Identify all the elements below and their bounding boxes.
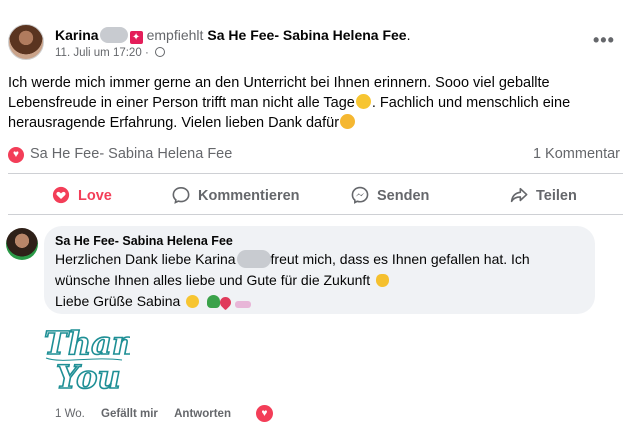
timestamp-separator: · <box>144 47 149 59</box>
raising-hands-icon <box>376 274 390 287</box>
commenter-avatar[interactable] <box>6 228 38 260</box>
comment-love-reaction-icon[interactable]: ♥ <box>256 405 273 422</box>
send-button-label: Senden <box>377 188 430 204</box>
thank-you-sticker[interactable]: Thank You <box>42 320 158 397</box>
comment-icon <box>172 186 190 204</box>
post-meta: 11. Juli um 17:20 · <box>55 47 165 59</box>
post-text-line: . Fachlich und menschlich eine <box>371 95 571 111</box>
author-name[interactable]: Karina <box>55 27 99 43</box>
grinning-face-icon <box>355 94 371 109</box>
divider <box>8 214 623 215</box>
redacted-name-blur <box>236 250 271 268</box>
love-button-label: Love <box>78 188 112 204</box>
comment-text-line: Liebe Grüße Sabina <box>55 293 181 309</box>
comment-count[interactable]: 1 Kommentar <box>533 146 620 162</box>
comment-text: Herzlichen Dank liebe Karina freut mich, … <box>55 249 585 312</box>
comment-text-line: freut mich, dass es Ihnen gefallen hat. … <box>270 251 530 267</box>
heart-icon <box>217 294 234 311</box>
post-text-line: Ich werde mich immer gerne an den Unterr… <box>8 75 550 91</box>
comment-reply-button[interactable]: Antworten <box>174 408 231 420</box>
comment-text-line: wünsche Ihnen alles liebe und Gute für d… <box>55 272 371 288</box>
redacted-name-blur <box>99 27 128 43</box>
divider <box>8 173 623 174</box>
reactor-name[interactable]: Sa He Fee- Sabina Helena Fee <box>30 146 232 162</box>
author-avatar[interactable] <box>8 24 44 60</box>
love-reaction-icon[interactable]: ♥ <box>8 147 24 163</box>
author-line: Karina ✦ empfiehlt Sa He Fee- Sabina Helena… <box>55 27 410 44</box>
comment-button[interactable]: Kommentieren <box>172 186 300 204</box>
comment-text-line: Herzlichen Dank liebe Karina <box>55 251 236 267</box>
share-button[interactable]: Teilen <box>510 186 577 204</box>
action-bar: Love Kommentieren Senden Teilen <box>0 180 631 212</box>
hugging-face-icon <box>340 114 356 129</box>
send-button[interactable]: Senden <box>351 186 429 204</box>
messenger-icon <box>351 186 369 204</box>
comment-author[interactable]: Sa He Fee- Sabina Helena Fee <box>55 234 233 248</box>
four-leaf-clover-icon <box>207 295 221 308</box>
comment-button-label: Kommentieren <box>198 188 300 204</box>
post-timestamp[interactable]: 11. Juli um 17:20 <box>55 47 142 59</box>
share-button-label: Teilen <box>536 188 577 204</box>
recommend-badge-icon: ✦ <box>129 31 143 44</box>
page-name-link[interactable]: Sa He Fee- Sabina Helena Fee <box>207 27 406 43</box>
love-button[interactable]: Love <box>52 186 112 204</box>
reactions-summary: ♥ Sa He Fee- Sabina Helena Fee 1 Komment… <box>0 140 631 168</box>
post-text: Ich werde mich immer gerne an den Unterr… <box>8 73 623 133</box>
comment-age[interactable]: 1 Wo. <box>55 408 85 420</box>
sticker-text-thank: Thank <box>44 324 130 362</box>
post-header: Karina ✦ empfiehlt Sa He Fee- Sabina Helena… <box>0 0 631 68</box>
recommends-text: empfiehlt <box>146 27 204 43</box>
sticker-text-you: You <box>56 358 121 394</box>
love-letter-icon <box>235 301 252 308</box>
post-text-line: Lebensfreude in einer Person trifft man … <box>8 95 355 111</box>
smiling-face-icon <box>186 295 200 308</box>
globe-icon <box>154 47 165 57</box>
thank-you-sticker-image: Thank You <box>43 323 158 397</box>
heart-icon <box>52 186 70 204</box>
share-arrow-icon <box>510 187 528 203</box>
more-options-icon[interactable]: ••• <box>593 30 615 51</box>
comment-like-button[interactable]: Gefällt mir <box>101 408 158 420</box>
comment-actions: 1 Wo. Gefällt mir Antworten <box>55 408 244 420</box>
page-name-suffix: . <box>406 27 411 43</box>
post-text-line: herausragende Erfahrung. Vielen lieben D… <box>8 115 340 131</box>
